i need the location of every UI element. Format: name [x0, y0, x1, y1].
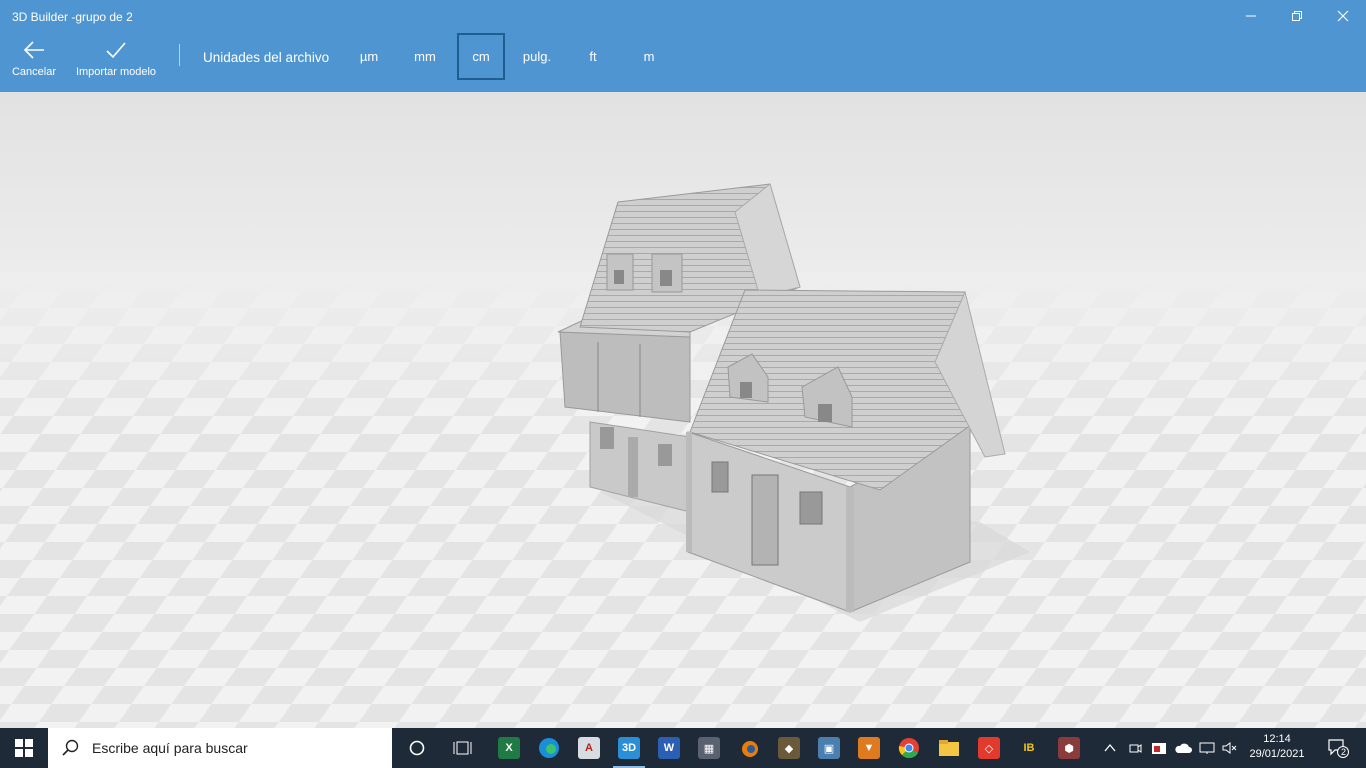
system-clock[interactable]: 12:14 29/01/2021 [1240, 732, 1314, 762]
restore-icon [1292, 11, 1302, 21]
taskbar: Escribe aquí para buscar X A 3D W ▦ ◆ ▣ … [0, 728, 1366, 768]
cortana-button[interactable] [397, 728, 437, 768]
paint3d-taskbar-button[interactable]: ◆ [769, 728, 809, 768]
cube-app-icon: ⬢ [1058, 737, 1080, 759]
3d-builder-taskbar-button[interactable]: 3D [609, 728, 649, 768]
title-bar: 3D Builder -grupo de 2 [0, 0, 1366, 32]
file-explorer-icon [939, 740, 959, 756]
show-hidden-icons-button[interactable] [1100, 728, 1120, 768]
window-title: 3D Builder -grupo de 2 [12, 10, 133, 24]
unit-um-button[interactable]: µm [345, 33, 393, 80]
app-header: 3D Builder -grupo de 2 Cancelar Importar… [0, 0, 1366, 92]
file-explorer-taskbar-button[interactable] [929, 728, 969, 768]
onedrive-icon [1175, 743, 1192, 753]
network-icon [1199, 742, 1215, 754]
restore-button[interactable] [1274, 0, 1320, 32]
search-placeholder: Escribe aquí para buscar [92, 740, 248, 756]
shield-app-icon: ▼ [858, 737, 880, 759]
start-button[interactable] [0, 728, 48, 768]
word-icon: W [658, 737, 680, 759]
chevron-up-icon [1104, 743, 1116, 752]
anydesk-taskbar-button[interactable]: ◇ [969, 728, 1009, 768]
tray-app-icon [1152, 743, 1166, 754]
cancel-label: Cancelar [11, 66, 57, 78]
network-button[interactable] [1196, 728, 1218, 768]
cancel-button[interactable]: Cancelar [8, 38, 60, 90]
3d-viewport[interactable] [0, 92, 1366, 728]
anydesk-icon: ◇ [978, 737, 1000, 759]
notification-count: 2 [1340, 746, 1346, 757]
minimize-button[interactable] [1228, 0, 1274, 32]
bb-app-icon: IB [1018, 737, 1040, 759]
tray-app-button[interactable] [1148, 728, 1170, 768]
app-taskbar-button[interactable]: ▣ [809, 728, 849, 768]
blender-taskbar-button[interactable] [729, 728, 769, 768]
cortana-icon [409, 740, 425, 756]
volume-button[interactable] [1219, 728, 1241, 768]
chrome-icon [898, 738, 919, 759]
clock-date: 29/01/2021 [1249, 748, 1305, 760]
toolbar-divider [179, 44, 180, 66]
scene-canvas [0, 183, 1366, 728]
action-center-button[interactable]: 2 [1318, 728, 1358, 768]
paint3d-icon: ◆ [778, 737, 800, 759]
search-icon [62, 739, 79, 756]
checkmark-icon [106, 42, 126, 59]
unit-ft-button[interactable]: ft [569, 33, 617, 80]
calculator-icon: ▦ [698, 737, 720, 759]
unit-cm-button[interactable]: cm [457, 33, 505, 80]
close-icon [1337, 10, 1349, 22]
search-box[interactable]: Escribe aquí para buscar [48, 728, 392, 768]
import-label: Importar modelo [75, 66, 157, 78]
clock-time: 12:14 [1263, 733, 1291, 745]
acrobat-taskbar-button[interactable]: A [569, 728, 609, 768]
app-icon: ▣ [818, 737, 840, 759]
edge-icon [539, 738, 559, 758]
file-units-label: Unidades del archivo [203, 50, 330, 65]
unit-m-button[interactable]: m [625, 33, 673, 80]
chrome-taskbar-button[interactable] [889, 728, 929, 768]
word-taskbar-button[interactable]: W [649, 728, 689, 768]
close-button[interactable] [1320, 0, 1366, 32]
excel-taskbar-button[interactable]: X [489, 728, 529, 768]
acrobat-icon: A [578, 737, 600, 759]
calculator-taskbar-button[interactable]: ▦ [689, 728, 729, 768]
blender-icon [742, 741, 758, 757]
3d-builder-icon: 3D [618, 737, 640, 759]
unit-inch-button[interactable]: pulg. [513, 33, 561, 80]
shield-app-taskbar-button[interactable]: ▼ [849, 728, 889, 768]
camera-icon [1129, 744, 1142, 753]
back-arrow-icon [23, 41, 44, 59]
task-view-button[interactable] [443, 728, 483, 768]
windows-logo-icon [15, 739, 33, 757]
edge-taskbar-button[interactable] [529, 728, 569, 768]
volume-muted-icon [1222, 742, 1237, 754]
excel-icon: X [498, 737, 520, 759]
onedrive-button[interactable] [1172, 728, 1194, 768]
bb-app-taskbar-button[interactable]: IB [1009, 728, 1049, 768]
minimize-icon [1246, 15, 1256, 17]
import-model-button[interactable]: Importar modelo [68, 38, 164, 90]
unit-mm-button[interactable]: mm [401, 33, 449, 80]
tray-meet-button[interactable] [1124, 728, 1146, 768]
cube-app-taskbar-button[interactable]: ⬢ [1049, 728, 1089, 768]
task-view-icon [453, 741, 472, 755]
